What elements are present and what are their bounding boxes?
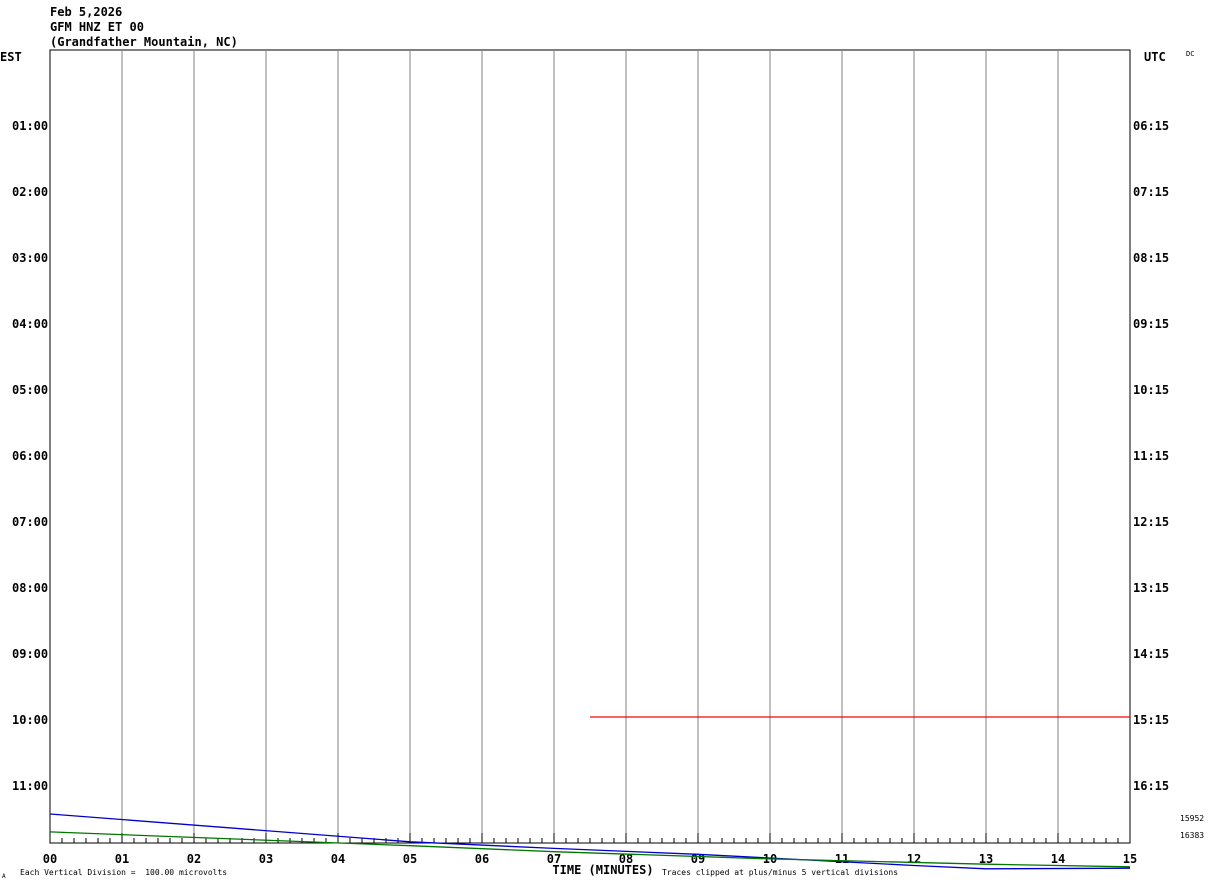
utc-row-label: 08:15 <box>1133 251 1169 265</box>
right-value-2: 16383 <box>1180 831 1205 840</box>
x-tick-label: 04 <box>331 852 345 866</box>
clip-note: Traces clipped at plus/minus 5 vertical … <box>662 868 899 877</box>
dc-label: DC <box>1186 50 1195 58</box>
x-axis-title: TIME (MINUTES) <box>552 863 653 877</box>
x-tick-label: 05 <box>403 852 417 866</box>
x-tick-label: 15 <box>1123 852 1137 866</box>
utc-row-label: 09:15 <box>1133 317 1169 331</box>
utc-row-label: 06:15 <box>1133 119 1169 133</box>
utc-row-label: 07:15 <box>1133 185 1169 199</box>
x-tick-label: 00 <box>43 852 57 866</box>
est-row-label: 07:00 <box>12 515 48 529</box>
plot-frame <box>49 49 1131 844</box>
helicorder-chart: 00 01 02 03 04 05 06 07 08 09 10 11 12 13 14 15TIME (MI… <box>0 49 1169 877</box>
est-row-label: 08:00 <box>12 581 48 595</box>
right-value-1: 15952 <box>1180 814 1205 823</box>
utc-row-label: 16:15 <box>1133 779 1169 793</box>
right-axis-label: UTC <box>1144 50 1166 64</box>
utc-row-label: 10:15 <box>1133 383 1169 397</box>
corner-mark: A <box>2 873 6 880</box>
est-row-label: 05:00 <box>12 383 48 397</box>
x-tick-label: 03 <box>259 852 273 866</box>
x-tick-label: 12 <box>907 852 921 866</box>
utc-row-label: 13:15 <box>1133 581 1169 595</box>
utc-row-label: 12:15 <box>1133 515 1169 529</box>
est-row-label: 06:00 <box>12 449 48 463</box>
x-tick-label: 02 <box>187 852 201 866</box>
est-row-label: 01:00 <box>12 119 48 133</box>
utc-row-label: 11:15 <box>1133 449 1169 463</box>
left-axis-label: EST <box>0 50 22 64</box>
utc-row-label: 14:15 <box>1133 647 1169 661</box>
est-row-label: 03:00 <box>12 251 48 265</box>
x-tick-label: 01 <box>115 852 129 866</box>
est-row-label: 02:00 <box>12 185 48 199</box>
est-row-label: 11:00 <box>12 779 48 793</box>
x-tick-label: 06 <box>475 852 489 866</box>
est-row-label: 09:00 <box>12 647 48 661</box>
utc-row-label: 15:15 <box>1133 713 1169 727</box>
scale-note: Each Vertical Division = 100.00 microvol… <box>20 868 228 877</box>
est-row-label: 10:00 <box>12 713 48 727</box>
est-row-label: 04:00 <box>12 317 48 331</box>
x-tick-label: 11 <box>835 852 849 866</box>
x-tick-label: 14 <box>1051 852 1065 866</box>
